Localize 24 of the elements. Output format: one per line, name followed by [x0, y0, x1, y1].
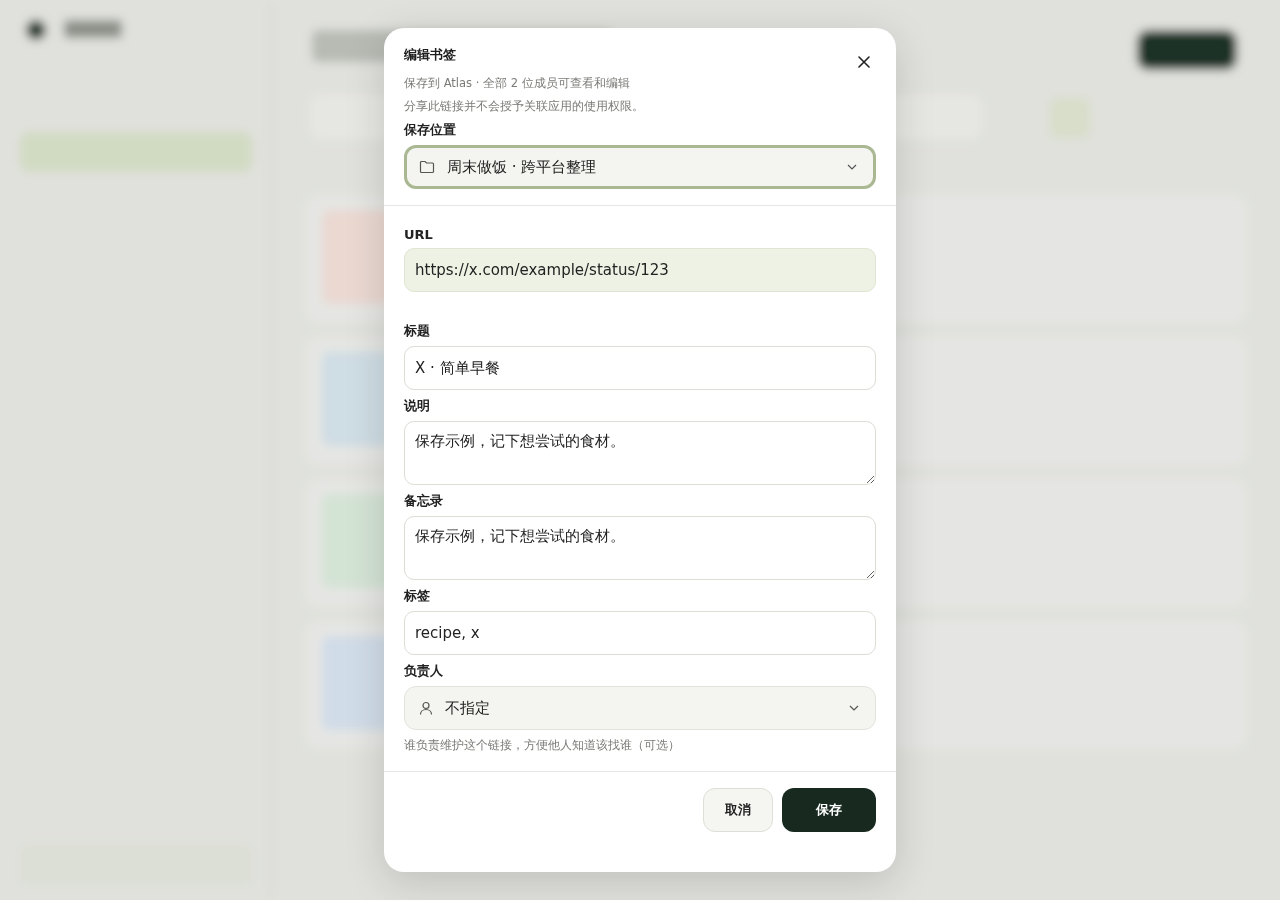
text-area[interactable]: 保存示例，记下想尝试的食材。 — [404, 516, 876, 580]
dialog-subtitle: 保存到 Atlas · 全部 2 位成员可查看和编辑 — [404, 76, 631, 91]
field-label: 说明 — [404, 397, 431, 415]
field-label: 标签 — [404, 587, 431, 605]
text-field[interactable]: X · 简单早餐 — [404, 346, 876, 390]
cancel-button[interactable]: 取消 — [703, 788, 773, 832]
dialog-title: 编辑书签 — [404, 46, 456, 64]
person-icon — [419, 701, 433, 715]
text-field[interactable]: recipe, x — [404, 611, 876, 655]
permission-note: 分享此链接并不会授予关联应用的使用权限。 — [404, 99, 645, 114]
field-label: URL — [404, 227, 434, 242]
field-label: 标题 — [404, 322, 431, 340]
folder-icon — [419, 160, 435, 174]
location-select[interactable]: 周末做饭 · 跨平台整理 — [404, 145, 876, 189]
text-area[interactable]: 保存示例，记下想尝试的食材。 — [404, 421, 876, 485]
field-label: 备忘录 — [404, 492, 444, 510]
save-button[interactable]: 保存 — [782, 788, 876, 832]
chevron-down-icon — [849, 705, 859, 711]
field-label: 保存位置 — [404, 121, 457, 139]
chevron-down-icon — [847, 164, 857, 170]
owner-select[interactable]: 不指定 — [404, 686, 876, 730]
field-hint: 谁负责维护这个链接，方便他人知道该找谁（可选） — [404, 738, 681, 753]
field-label: 负责人 — [404, 662, 444, 680]
url-field[interactable]: https://x.com/example/status/123 — [404, 248, 876, 292]
